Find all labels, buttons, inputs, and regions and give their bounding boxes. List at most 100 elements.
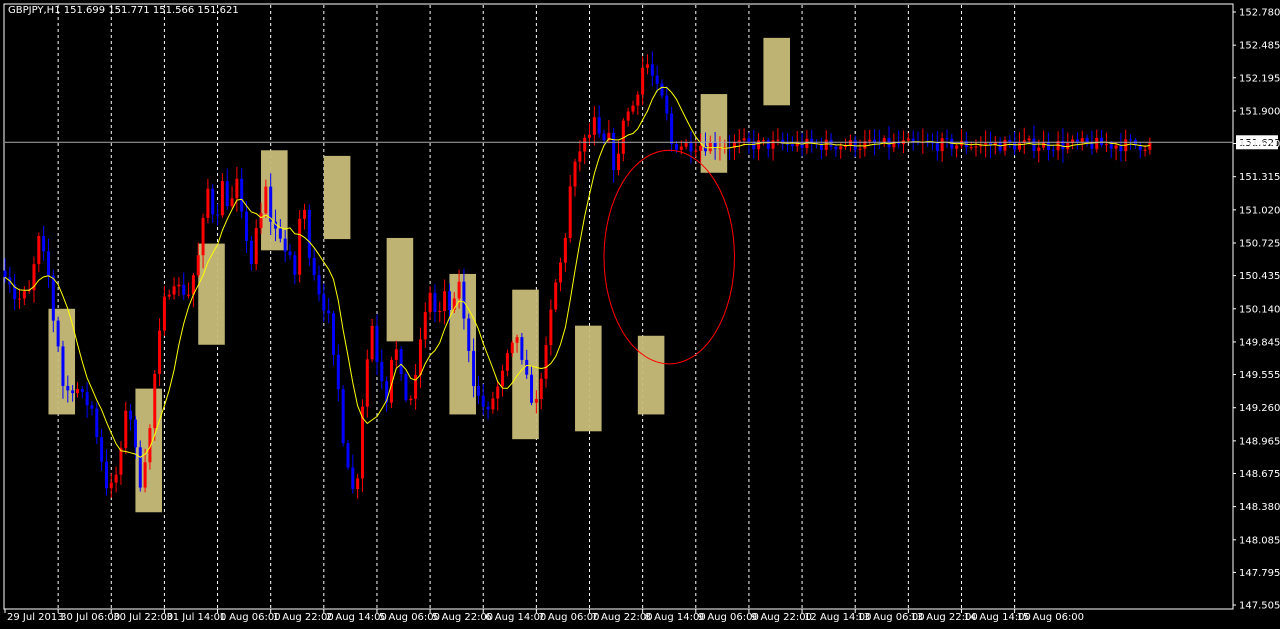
- candle-body: [80, 389, 84, 393]
- highlight-box: [198, 243, 225, 345]
- candle-body: [486, 406, 490, 410]
- x-tick-label: 6 Aug 14:00: [485, 612, 546, 623]
- y-tick-label: 152.780: [1239, 8, 1280, 19]
- x-tick-label: 29 Jul 2013: [7, 612, 64, 623]
- candle-body: [254, 227, 258, 265]
- candle-body: [158, 330, 162, 374]
- candle-body: [220, 181, 224, 216]
- candle-body: [1109, 144, 1113, 149]
- candle-body: [839, 146, 843, 150]
- candle-body: [380, 361, 384, 382]
- candle-body: [1148, 142, 1152, 150]
- high-price: 151.771: [108, 5, 150, 16]
- candle-body: [283, 238, 287, 252]
- candle-body: [346, 443, 350, 468]
- chart-root: 151.621 152.780 152.485 152.195 151.900 151.…: [0, 0, 1280, 629]
- candle-body: [1129, 139, 1133, 141]
- candle-body: [834, 146, 838, 150]
- candle-body: [496, 386, 500, 399]
- candle-body: [177, 284, 181, 287]
- candle-body: [844, 145, 848, 147]
- x-tick-label: 7 Aug 22:00: [592, 612, 653, 623]
- candle-body: [90, 405, 94, 409]
- candle-body: [182, 284, 186, 295]
- x-tick-label: 5 Aug 22:00: [432, 612, 493, 623]
- candle-body: [670, 113, 674, 145]
- candle-body: [114, 474, 118, 483]
- candle-body: [525, 359, 529, 375]
- candle-body: [124, 410, 128, 448]
- candle-body: [423, 312, 427, 340]
- candle-body: [211, 188, 215, 215]
- candle-body: [858, 148, 862, 150]
- x-tick-label: 5 Aug 06:00: [379, 612, 440, 623]
- candle-body: [356, 478, 360, 489]
- candlestick-chart: 151.621 152.780 152.485 152.195 151.900 151.…: [3, 3, 1280, 623]
- candle-body: [259, 213, 263, 228]
- candle-body: [491, 398, 495, 410]
- candle-body: [544, 345, 548, 379]
- candle-body: [327, 310, 331, 314]
- candle-body: [133, 419, 137, 448]
- candle-body: [650, 64, 654, 76]
- candle-body: [766, 140, 770, 149]
- candle-body: [906, 138, 910, 141]
- candle-body: [481, 395, 485, 407]
- open-price: 151.699: [63, 5, 106, 16]
- x-tick-label: 30 Jul 06:00: [60, 612, 120, 623]
- candle-body: [786, 143, 790, 145]
- candle-body: [612, 132, 616, 171]
- candle-body: [375, 325, 379, 362]
- candle-body: [303, 210, 307, 219]
- highlight-box: [637, 335, 665, 415]
- candle-body: [674, 144, 678, 150]
- candle-body: [602, 133, 606, 141]
- y-tick-label: 152.485: [1239, 41, 1280, 52]
- candle-body: [162, 296, 166, 331]
- annotation-circle: [603, 149, 735, 365]
- candle-body: [974, 146, 978, 148]
- y-tick-label: 148.965: [1239, 436, 1280, 447]
- x-tick-label: 2 Aug 14:00: [326, 612, 387, 623]
- candle-body: [984, 142, 988, 145]
- candle-body: [404, 374, 408, 401]
- x-tick-label: 15 Aug 06:00: [1017, 612, 1084, 623]
- x-tick-label: 8 Aug 14:00: [645, 612, 706, 623]
- candle-body: [245, 211, 249, 241]
- candle-body: [998, 142, 1002, 151]
- y-tick-label: 148.085: [1239, 535, 1280, 546]
- candle-body: [631, 105, 635, 112]
- candle-body: [143, 462, 147, 488]
- candle-body: [1104, 144, 1108, 146]
- candle-body: [1027, 138, 1031, 141]
- candle-body: [626, 111, 630, 121]
- candle-body: [51, 275, 55, 321]
- x-tick-label: 1 Aug 22:00: [273, 612, 334, 623]
- candle-body: [520, 337, 524, 360]
- candle-body: [955, 145, 959, 149]
- candle-body: [235, 178, 239, 199]
- candle-body: [1119, 145, 1123, 152]
- candle-body: [945, 138, 949, 140]
- candle-body: [240, 178, 244, 212]
- candle-body: [109, 482, 113, 489]
- candle-body: [100, 437, 104, 462]
- candle-body: [969, 147, 973, 149]
- candle-body: [1075, 139, 1079, 142]
- y-tick-label: 151.900: [1239, 106, 1280, 117]
- candle-body: [1143, 149, 1147, 151]
- candle-body: [1095, 137, 1099, 149]
- candle-body: [467, 318, 471, 351]
- candle-body: [298, 218, 302, 275]
- y-tick-label: 150.140: [1239, 304, 1280, 315]
- candle-body: [370, 325, 374, 360]
- candle-body: [617, 153, 620, 171]
- candle-body: [85, 392, 89, 406]
- candle-body: [476, 386, 480, 396]
- candle-body: [418, 339, 422, 376]
- y-tick-label: 152.195: [1239, 73, 1280, 84]
- candle-body: [568, 186, 572, 238]
- candle-body: [293, 255, 297, 275]
- candle-body: [645, 64, 649, 68]
- candle-body: [530, 374, 534, 403]
